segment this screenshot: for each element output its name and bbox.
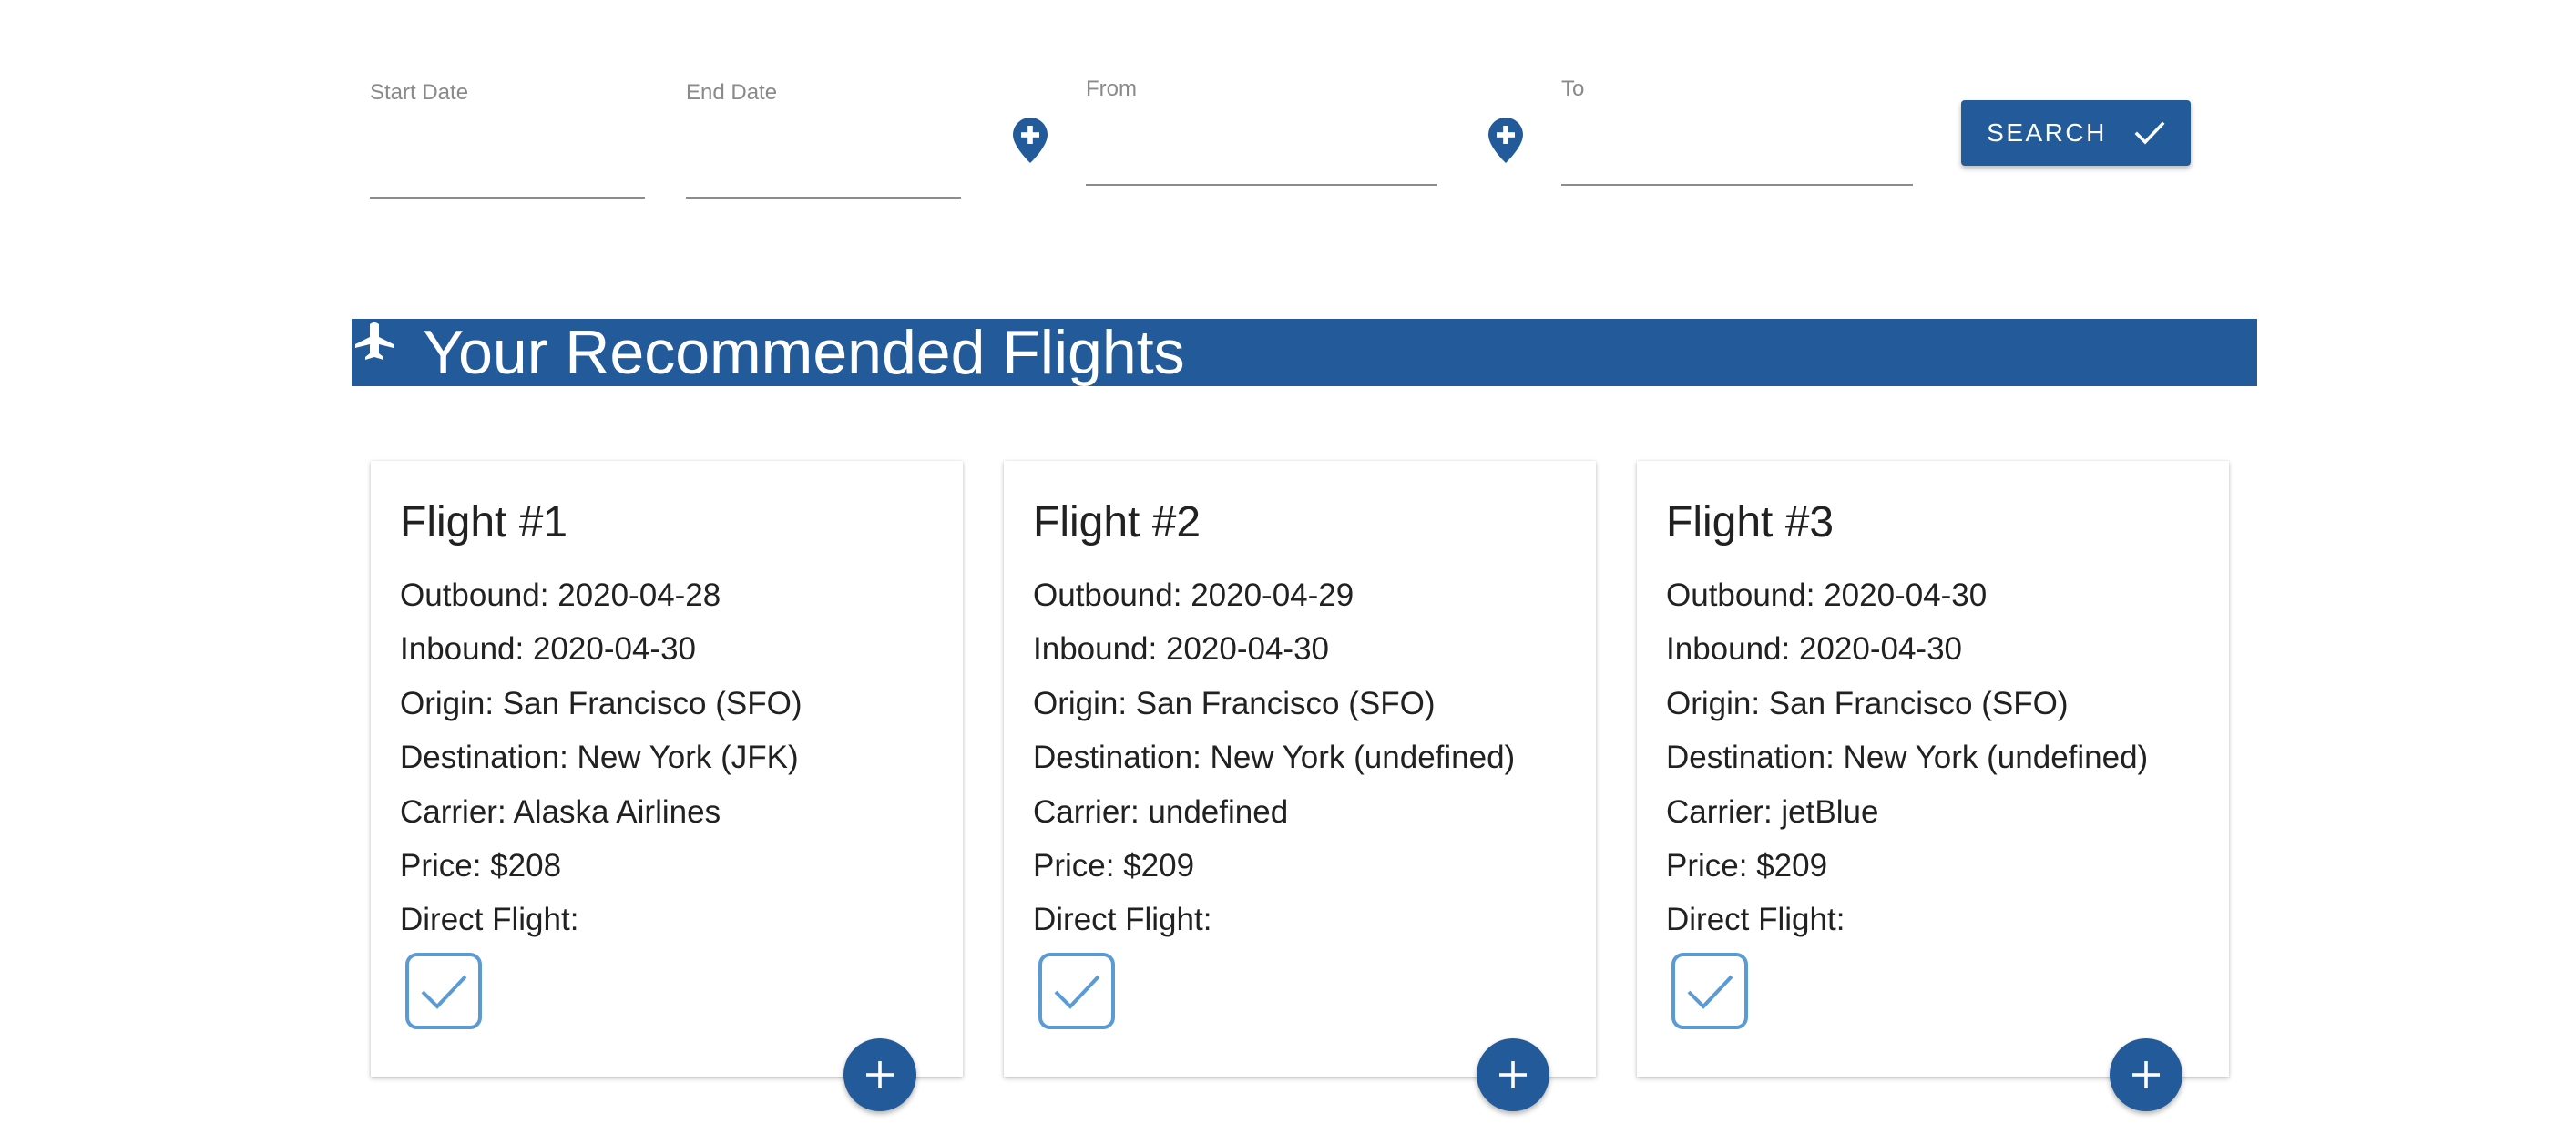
direct-flight-checkbox[interactable] xyxy=(405,953,482,1029)
outbound-date: Outbound: 2020-04-30 xyxy=(1666,577,1988,613)
flight-details: Outbound: 2020-04-28 Inbound: 2020-04-30… xyxy=(400,568,802,947)
to-input[interactable] xyxy=(1561,144,1913,186)
flight-card: Flight #1 Outbound: 2020-04-28 Inbound: … xyxy=(371,461,963,1077)
inbound-date: Inbound: 2020-04-30 xyxy=(1033,631,1329,668)
direct-flight-label: Direct Flight: xyxy=(1666,902,1845,938)
origin: Origin: San Francisco (SFO) xyxy=(400,685,802,721)
flight-details: Outbound: 2020-04-29 Inbound: 2020-04-30… xyxy=(1033,568,1515,947)
plus-icon xyxy=(2132,1061,2160,1088)
origin: Origin: San Francisco (SFO) xyxy=(1666,685,2069,721)
search-button-label: SEARCH xyxy=(1987,118,2107,147)
start-date-field: Start Date xyxy=(370,80,645,199)
from-label: From xyxy=(1086,77,1137,101)
to-field: To xyxy=(1561,77,1913,186)
end-date-input[interactable] xyxy=(686,157,961,199)
destination: Destination: New York (undefined) xyxy=(1666,740,2149,776)
plus-icon xyxy=(866,1061,894,1088)
add-flight-button[interactable] xyxy=(2110,1038,2182,1111)
flight-title: Flight #2 xyxy=(1033,498,1201,547)
to-label: To xyxy=(1561,77,1585,101)
page: Start Date End Date From To SEARCH Your … xyxy=(0,0,2576,1124)
direct-flight-label: Direct Flight: xyxy=(400,902,579,938)
from-field: From xyxy=(1086,77,1437,186)
add-location-icon[interactable] xyxy=(1012,117,1048,164)
inbound-date: Inbound: 2020-04-30 xyxy=(400,631,696,668)
recommended-flights-header: Your Recommended Flights xyxy=(352,319,2257,386)
flight-title: Flight #3 xyxy=(1666,498,1835,547)
destination: Destination: New York (JFK) xyxy=(400,740,799,776)
flight-title: Flight #1 xyxy=(400,498,568,547)
add-flight-button[interactable] xyxy=(843,1038,916,1111)
flight-card: Flight #3 Outbound: 2020-04-30 Inbound: … xyxy=(1637,461,2229,1077)
flight-details: Outbound: 2020-04-30 Inbound: 2020-04-30… xyxy=(1666,568,2148,947)
airplane-icon xyxy=(355,322,394,360)
carrier: Carrier: jetBlue xyxy=(1666,793,1879,830)
search-button[interactable]: SEARCH xyxy=(1961,100,2191,166)
price: Price: $208 xyxy=(400,848,562,884)
page-title: Your Recommended Flights xyxy=(423,318,1185,387)
end-date-label: End Date xyxy=(686,80,778,105)
carrier: Carrier: undefined xyxy=(1033,793,1289,830)
price: Price: $209 xyxy=(1666,848,1828,884)
start-date-input[interactable] xyxy=(370,157,645,199)
inbound-date: Inbound: 2020-04-30 xyxy=(1666,631,1962,668)
origin: Origin: San Francisco (SFO) xyxy=(1033,685,1436,721)
add-flight-button[interactable] xyxy=(1477,1038,1549,1111)
outbound-date: Outbound: 2020-04-28 xyxy=(400,577,721,613)
plus-icon xyxy=(1499,1061,1527,1088)
add-location-icon[interactable] xyxy=(1487,117,1524,164)
destination: Destination: New York (undefined) xyxy=(1033,740,1516,776)
end-date-field: End Date xyxy=(686,80,961,199)
flight-card: Flight #2 Outbound: 2020-04-29 Inbound: … xyxy=(1004,461,1596,1077)
start-date-label: Start Date xyxy=(370,80,469,105)
direct-flight-checkbox[interactable] xyxy=(1038,953,1115,1029)
carrier: Carrier: Alaska Airlines xyxy=(400,793,721,830)
from-input[interactable] xyxy=(1086,144,1437,186)
price: Price: $209 xyxy=(1033,848,1195,884)
outbound-date: Outbound: 2020-04-29 xyxy=(1033,577,1354,613)
direct-flight-checkbox[interactable] xyxy=(1671,953,1748,1029)
direct-flight-label: Direct Flight: xyxy=(1033,902,1212,938)
check-icon xyxy=(2134,121,2165,145)
